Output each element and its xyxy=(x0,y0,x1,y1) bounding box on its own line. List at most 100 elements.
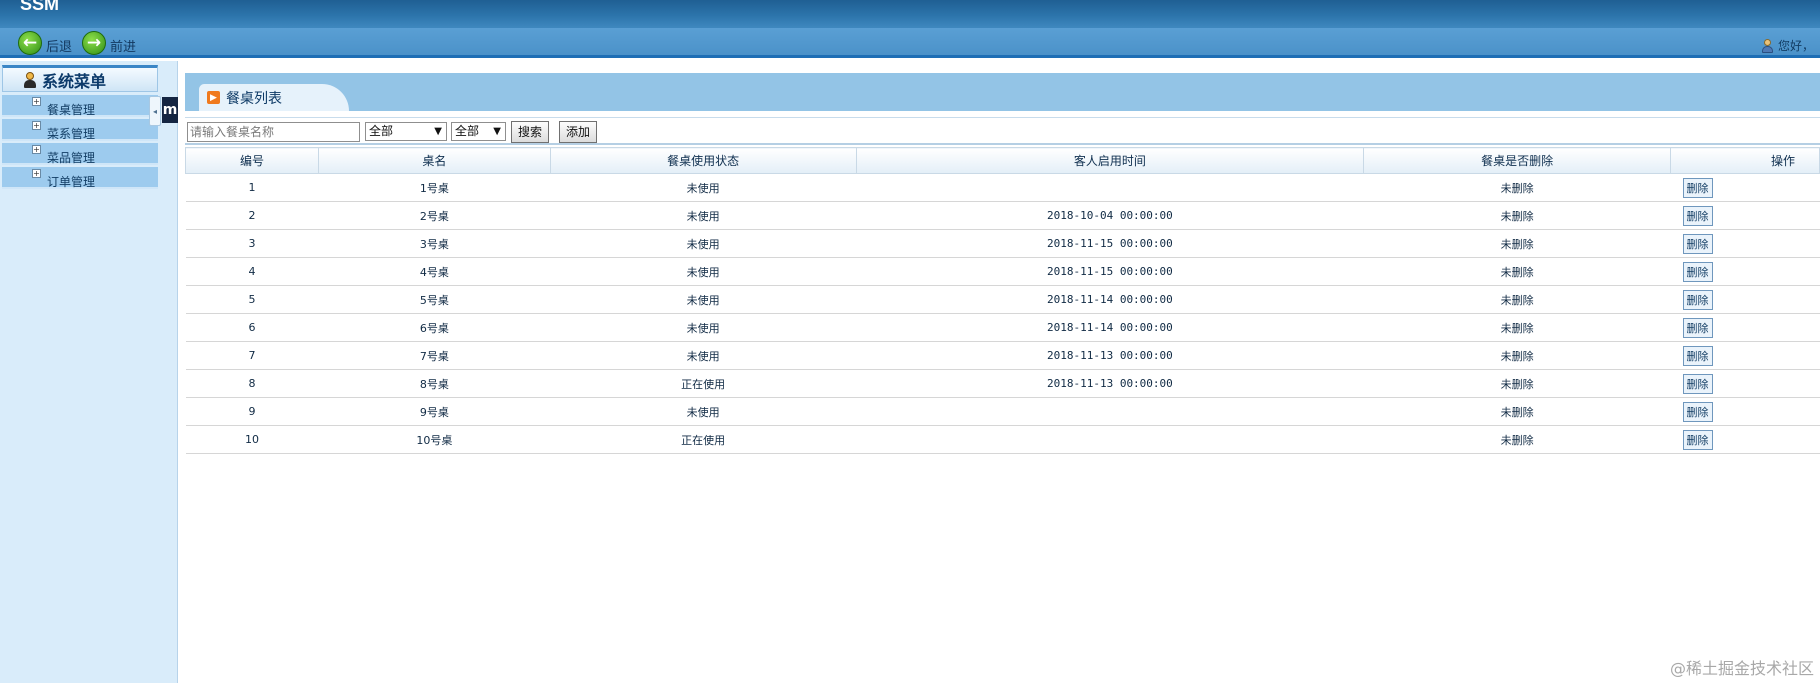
column-header-deleted: 餐桌是否删除 xyxy=(1363,147,1672,174)
sidebar: 系统菜单 + 餐桌管理 + 菜系管理 + 菜品管理 + 订单管理 xyxy=(0,61,178,683)
column-header-actions: 操作 xyxy=(1670,147,1820,174)
cell-actions: 删除 xyxy=(1670,201,1820,230)
expand-plus-icon: + xyxy=(32,97,41,106)
back-label: 后退 xyxy=(46,39,73,55)
column-header-id: 编号 xyxy=(185,147,319,174)
cell-id: 8 xyxy=(185,369,319,398)
filter-toolbar: 全部 ▼ 全部 ▼ 搜索 添加 xyxy=(185,117,1820,145)
delete-button[interactable]: 删除 xyxy=(1682,177,1713,198)
delete-button[interactable]: 删除 xyxy=(1682,261,1713,282)
cell-usage-status: 未使用 xyxy=(550,313,857,342)
cell-deleted-status: 未删除 xyxy=(1363,397,1671,426)
delete-button[interactable]: 删除 xyxy=(1682,289,1713,310)
play-arrow-icon: ▶ xyxy=(207,91,220,104)
sidebar-item-label: 菜品管理 xyxy=(47,151,96,165)
cell-start-time: 2018-11-13 00:00:00 xyxy=(856,341,1364,370)
table-row: 9 9号桌 未使用 未删除 删除 xyxy=(185,397,1820,426)
delete-button[interactable]: 删除 xyxy=(1682,205,1713,226)
dropdown-arrow-icon: ▼ xyxy=(434,126,442,137)
cell-deleted-status: 未删除 xyxy=(1363,201,1671,230)
cell-actions: 删除 xyxy=(1670,425,1820,454)
table-row: 4 4号桌 未使用 2018-11-15 00:00:00 未删除 删除 xyxy=(185,257,1820,286)
nav-bar: ← 后退 → 前进 您好， xyxy=(0,28,1820,58)
table-row: 7 7号桌 未使用 2018-11-13 00:00:00 未删除 删除 xyxy=(185,341,1820,370)
dining-table-list: 编号 桌名 餐桌使用状态 客人启用时间 餐桌是否删除 操作 1 1号桌 未使用 未删除… xyxy=(185,147,1820,454)
cell-deleted-status: 未删除 xyxy=(1363,313,1671,342)
cell-start-time: 2018-11-13 00:00:00 xyxy=(856,369,1364,398)
arrow-left-icon: ← xyxy=(18,31,42,55)
user-greeting: 您好， xyxy=(1761,37,1814,54)
delete-button[interactable]: 删除 xyxy=(1682,233,1713,254)
sidebar-item-cuisine-management[interactable]: + 菜系管理 xyxy=(2,119,158,141)
cell-deleted-status: 未删除 xyxy=(1363,173,1671,202)
delete-button[interactable]: 删除 xyxy=(1682,429,1713,450)
table-row: 2 2号桌 未使用 2018-10-04 00:00:00 未删除 删除 xyxy=(185,201,1820,230)
sidebar-item-label: 订单管理 xyxy=(47,175,96,189)
cell-table-name: 10号桌 xyxy=(318,425,551,454)
deleted-status-select-value: 全部 xyxy=(455,124,480,138)
cell-deleted-status: 未删除 xyxy=(1363,425,1671,454)
table-row: 6 6号桌 未使用 2018-11-14 00:00:00 未删除 删除 xyxy=(185,313,1820,342)
cell-start-time: 2018-10-04 00:00:00 xyxy=(856,201,1364,230)
deleted-status-select[interactable]: 全部 ▼ xyxy=(451,122,506,141)
sidebar-item-order-management[interactable]: + 订单管理 xyxy=(2,167,158,189)
arrow-right-icon: → xyxy=(82,31,106,55)
cell-table-name: 2号桌 xyxy=(318,201,551,230)
back-button[interactable]: ← 后退 xyxy=(18,31,72,55)
table-header-row: 编号 桌名 餐桌使用状态 客人启用时间 餐桌是否删除 操作 xyxy=(185,147,1820,174)
sidebar-item-dish-management[interactable]: + 菜品管理 xyxy=(2,143,158,165)
delete-button[interactable]: 删除 xyxy=(1682,401,1713,422)
usage-status-select[interactable]: 全部 ▼ xyxy=(365,122,447,141)
column-header-start-time: 客人启用时间 xyxy=(855,147,1365,174)
cell-start-time: 2018-11-14 00:00:00 xyxy=(856,285,1364,314)
forward-button[interactable]: → 前进 xyxy=(82,31,136,55)
table-row: 3 3号桌 未使用 2018-11-15 00:00:00 未删除 删除 xyxy=(185,229,1820,258)
cell-table-name: 6号桌 xyxy=(318,313,551,342)
cell-deleted-status: 未删除 xyxy=(1363,369,1671,398)
cell-table-name: 8号桌 xyxy=(318,369,551,398)
table-row: 1 1号桌 未使用 未删除 删除 xyxy=(185,173,1820,202)
cell-actions: 删除 xyxy=(1670,397,1820,426)
cell-deleted-status: 未删除 xyxy=(1363,229,1671,258)
search-button[interactable]: 搜索 xyxy=(511,121,550,143)
greeting-text: 您好， xyxy=(1777,39,1814,53)
cell-usage-status: 未使用 xyxy=(550,229,857,258)
expand-plus-icon: + xyxy=(32,169,41,178)
usage-status-select-value: 全部 xyxy=(369,124,394,138)
cell-id: 7 xyxy=(185,341,319,370)
cell-actions: 删除 xyxy=(1670,341,1820,370)
dropdown-arrow-icon: ▼ xyxy=(493,126,501,137)
cell-start-time: 2018-11-15 00:00:00 xyxy=(856,229,1364,258)
cell-table-name: 5号桌 xyxy=(318,285,551,314)
cell-start-time xyxy=(856,397,1364,426)
delete-button[interactable]: 删除 xyxy=(1682,317,1713,338)
cell-id: 6 xyxy=(185,313,319,342)
cell-deleted-status: 未删除 xyxy=(1363,285,1671,314)
cell-deleted-status: 未删除 xyxy=(1363,257,1671,286)
cell-actions: 删除 xyxy=(1670,257,1820,286)
expand-plus-icon: + xyxy=(32,145,41,154)
top-banner: SSM xyxy=(0,0,1820,28)
delete-button[interactable]: 删除 xyxy=(1682,345,1713,366)
cell-usage-status: 未使用 xyxy=(550,397,857,426)
cell-id: 10 xyxy=(185,425,319,454)
expand-plus-icon: + xyxy=(32,121,41,130)
delete-button[interactable]: 删除 xyxy=(1682,373,1713,394)
cell-table-name: 3号桌 xyxy=(318,229,551,258)
system-menu-title: 系统菜单 xyxy=(42,71,107,91)
cell-usage-status: 未使用 xyxy=(550,257,857,286)
page-title-tab: ▶ 餐桌列表 xyxy=(199,84,349,111)
sidebar-collapse-toggle[interactable]: ◂ xyxy=(149,96,161,126)
cell-deleted-status: 未删除 xyxy=(1363,341,1671,370)
cell-actions: 删除 xyxy=(1670,173,1820,202)
cell-id: 9 xyxy=(185,397,319,426)
sidebar-item-label: 菜系管理 xyxy=(47,127,96,141)
table-name-search-input[interactable] xyxy=(187,122,360,142)
admin-user-icon xyxy=(23,71,37,88)
sidebar-item-table-management[interactable]: + 餐桌管理 xyxy=(2,95,158,117)
cell-usage-status: 未使用 xyxy=(550,285,857,314)
cell-start-time: 2018-11-14 00:00:00 xyxy=(856,313,1364,342)
cell-id: 2 xyxy=(185,201,319,230)
cell-usage-status: 未使用 xyxy=(550,341,857,370)
add-button[interactable]: 添加 xyxy=(559,121,598,143)
